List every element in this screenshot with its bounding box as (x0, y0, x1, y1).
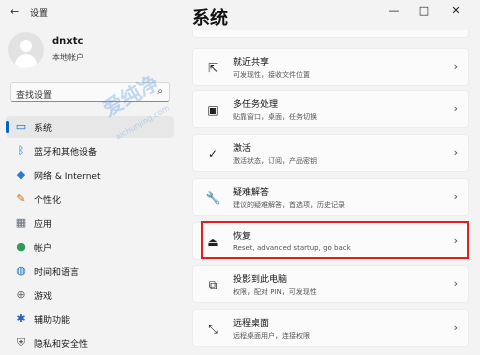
maximize-button[interactable]: □ (414, 4, 434, 17)
sidebar-item-0[interactable]: ▭ 系统 (6, 116, 174, 138)
card-subtitle: 权限，配对 PIN，可发现性 (233, 288, 317, 296)
avatar-head (20, 40, 32, 52)
back-arrow-icon[interactable]: ← (10, 5, 19, 18)
settings-card-3[interactable]: 🔧 疑难解答建议的疑难解答，首选项，历史记录 › (192, 178, 469, 216)
apps-icon: ▦ (15, 216, 27, 229)
recovery-icon: ⏏ (207, 235, 219, 249)
sidebar-item-6[interactable]: ◍ 时间和语言 (6, 260, 174, 282)
card-title: 远程桌面 (233, 319, 270, 329)
settings-card-2[interactable]: ✓ 激活激活状态，订阅，产品密钥 › (192, 134, 469, 172)
chevron-right-icon: › (453, 277, 458, 290)
card-title: 多任务处理 (233, 100, 279, 110)
card-subtitle: 远程桌面用户，连接权限 (233, 332, 310, 340)
settings-card-5[interactable]: ⧉ 投影到此电脑权限，配对 PIN，可发现性 › (192, 265, 469, 303)
card-title: 投影到此电脑 (233, 275, 288, 285)
sidebar-item-label: 蓝牙和其他设备 (34, 148, 98, 158)
settings-card-4[interactable]: ⏏ 恢复 Reset, advanced startup, go back › (192, 222, 469, 260)
sidebar-item-5[interactable]: ● 帐户 (6, 236, 174, 258)
chevron-right-icon: › (453, 190, 458, 203)
chevron-right-icon: › (453, 60, 458, 73)
card-title: 恢复 (233, 232, 252, 242)
card-subtitle: 可发现性，接收文件位置 (233, 71, 310, 79)
avatar-body (15, 54, 37, 68)
sidebar-item-label: 网络 & Internet (34, 172, 101, 182)
card-title: 疑难解答 (233, 188, 270, 198)
sidebar-item-label: 时间和语言 (34, 268, 80, 278)
sidebar-item-label: 隐私和安全性 (34, 340, 89, 350)
sidebar-item-9[interactable]: ⛨ 隐私和安全性 (6, 332, 174, 354)
chevron-right-icon: › (453, 234, 458, 247)
card-title: 激活 (233, 144, 252, 154)
sidebar-item-4[interactable]: ▦ 应用 (6, 212, 174, 234)
minimize-button[interactable]: — (384, 4, 404, 17)
shield-icon: ⛨ (16, 336, 26, 349)
bluetooth-icon: ᛒ (17, 144, 25, 157)
search-box[interactable]: ⌕ (10, 82, 170, 104)
selected-indicator (6, 121, 9, 133)
check-circle-icon: ✓ (207, 147, 219, 161)
globe-icon: ◍ (16, 264, 26, 277)
remote-desktop-icon: ⤡ (208, 322, 218, 336)
page-title: 系统 (192, 8, 228, 29)
sidebar-item-label: 游戏 (34, 292, 53, 302)
sidebar-item-label: 帐户 (34, 244, 53, 254)
sidebar-item-label: 应用 (34, 220, 53, 230)
chevron-right-icon: › (453, 102, 458, 115)
gamepad-icon: ⊕ (16, 288, 26, 301)
monitor-icon: ▭ (15, 120, 27, 133)
app-title: 设置 (30, 9, 49, 19)
search-input[interactable] (11, 88, 141, 104)
card-subtitle: 激活状态，订阅，产品密钥 (233, 157, 317, 165)
close-button[interactable]: ✕ (446, 4, 466, 17)
pen-icon: ✎ (16, 192, 26, 205)
wifi-icon: ◆ (16, 168, 26, 181)
previous-card-edge (192, 30, 469, 38)
card-subtitle: Reset, advanced startup, go back (233, 244, 351, 252)
wrench-icon: 🔧 (205, 191, 221, 205)
projection-icon: ⧉ (208, 278, 218, 292)
account-type: 本地帐户 (52, 53, 84, 62)
sidebar-item-label: 辅助功能 (34, 316, 71, 326)
card-title: 就近共享 (233, 58, 270, 68)
avatar[interactable] (8, 32, 44, 68)
user-name: dnxtc (52, 36, 84, 47)
card-subtitle: 建议的疑难解答，首选项，历史记录 (233, 201, 345, 209)
sidebar-item-7[interactable]: ⊕ 游戏 (6, 284, 174, 306)
card-subtitle: 贴靠窗口，桌面，任务切换 (233, 113, 317, 121)
share-icon: ⇱ (207, 61, 219, 75)
title-bar: ← 设置 — □ ✕ (0, 0, 480, 30)
sidebar-item-label: 系统 (34, 124, 53, 134)
settings-card-6[interactable]: ⤡ 远程桌面远程桌面用户，连接权限 › (192, 309, 469, 347)
chevron-right-icon: › (453, 146, 458, 159)
settings-card-0[interactable]: ⇱ 就近共享可发现性，接收文件位置 › (192, 48, 469, 86)
sidebar-item-2[interactable]: ◆ 网络 & Internet (6, 164, 174, 186)
sidebar-item-8[interactable]: ✱ 辅助功能 (6, 308, 174, 330)
person-icon: ● (16, 240, 26, 253)
sidebar-item-label: 个性化 (34, 196, 62, 206)
search-icon[interactable]: ⌕ (157, 86, 163, 97)
multitask-icon: ▣ (207, 103, 219, 117)
sidebar-item-1[interactable]: ᛒ 蓝牙和其他设备 (6, 140, 174, 162)
sidebar-item-3[interactable]: ✎ 个性化 (6, 188, 174, 210)
settings-card-1[interactable]: ▣ 多任务处理贴靠窗口，桌面，任务切换 › (192, 90, 469, 128)
accessibility-icon: ✱ (16, 312, 26, 325)
chevron-right-icon: › (453, 321, 458, 334)
